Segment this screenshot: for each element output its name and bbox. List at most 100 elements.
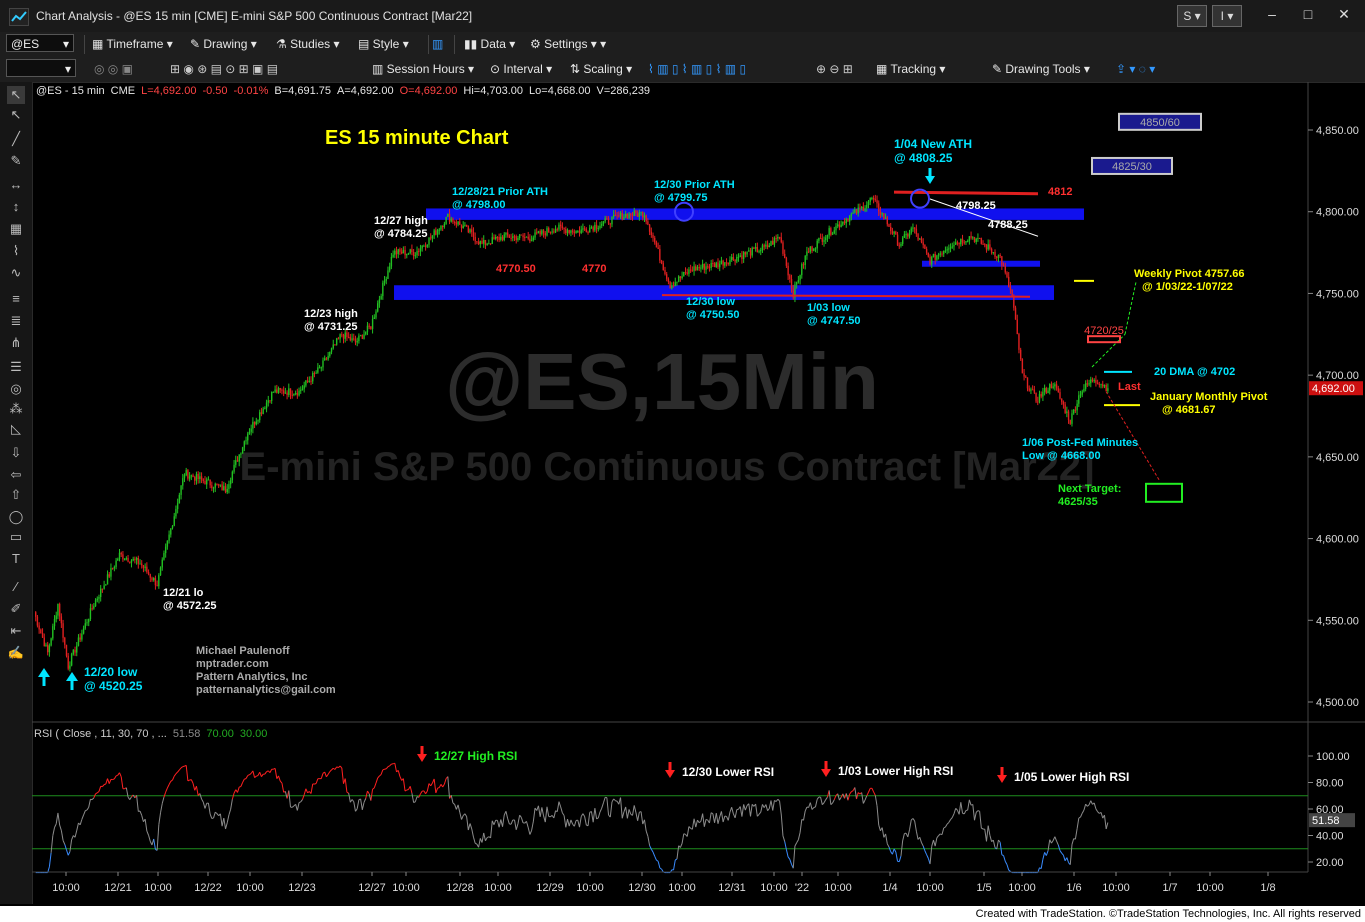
gann-icon[interactable]: ∿ — [7, 264, 25, 282]
candle-body — [171, 525, 174, 529]
candle-body — [688, 269, 690, 274]
candle-body — [60, 616, 63, 624]
minimize-icon[interactable]: – — [1262, 6, 1282, 22]
shift-icon[interactable]: ⇤ — [7, 622, 25, 640]
candle-body — [247, 433, 249, 441]
eraser-icon[interactable]: ✐ — [7, 600, 25, 618]
style-menu[interactable]: ▤ Style ▾ — [358, 37, 409, 51]
rsi-segment — [734, 809, 738, 819]
cycle-icon[interactable]: ◎ — [7, 380, 25, 398]
percent-icon[interactable]: ⁂ — [7, 400, 25, 418]
arrow-up-icon[interactable]: ⇧ — [7, 486, 25, 504]
tracking-menu[interactable]: ▦ Tracking ▾ — [876, 62, 945, 76]
candle-body — [161, 559, 163, 568]
drawing-tools-menu[interactable]: ✎ Drawing Tools ▾ — [992, 62, 1090, 76]
trendline-icon[interactable]: ╱ — [7, 130, 25, 148]
rectangle-icon[interactable]: ▭ — [7, 528, 25, 546]
rsi-segment — [938, 833, 941, 836]
fib-icon[interactable]: ⌇ — [7, 242, 25, 260]
candle-body — [536, 232, 538, 234]
zoom-icons[interactable]: ⊕ ⊖ ⊞ — [816, 62, 853, 76]
rsi-segment — [1061, 852, 1064, 856]
candle-body — [602, 221, 605, 225]
chart-area[interactable]: @ES,15Min E-mini S&P 500 Continuous Cont… — [32, 82, 1365, 904]
settings-menu[interactable]: ⚙ Settings ▾ ▾ — [530, 37, 606, 51]
channel-icon[interactable]: ▦ — [7, 220, 25, 238]
candle-body — [423, 245, 425, 247]
horizontal-line-icon[interactable]: ↔ — [7, 176, 25, 194]
export-icon[interactable]: ⇪ ▾ ◌ ▾ — [1116, 62, 1155, 76]
text-icon[interactable]: T — [7, 550, 25, 568]
data-menu[interactable]: ▮▮ Data ▾ — [464, 37, 515, 51]
candle-body — [317, 367, 319, 373]
candle-body — [274, 389, 276, 392]
chart-svg[interactable]: @ES,15Min E-mini S&P 500 Continuous Cont… — [32, 82, 1365, 904]
rsi-segment — [943, 826, 946, 829]
candle-body — [377, 303, 379, 312]
vertical-line-icon[interactable]: ↕ — [7, 198, 25, 216]
fib-ext-icon[interactable]: ≣ — [7, 312, 25, 330]
candle-body — [132, 558, 134, 561]
rsi-segment — [613, 798, 616, 802]
candle-body — [566, 230, 569, 234]
fib-retrace-icon[interactable]: ≡ — [7, 290, 25, 308]
draw-mode-icon[interactable]: ✍ — [7, 644, 25, 662]
wedge-icon[interactable]: ◺ — [7, 420, 25, 438]
candle-body — [147, 571, 150, 575]
interval-input[interactable]: ▾ — [6, 59, 76, 77]
symbol-input[interactable]: @ES ▾ — [6, 34, 74, 52]
arrow-down-icon[interactable]: ⇩ — [7, 444, 25, 462]
close-icon[interactable]: ✕ — [1334, 6, 1354, 23]
candle-body — [999, 254, 1001, 257]
interval-menu[interactable]: ⊙ Interval ▾ — [490, 62, 552, 76]
candle-body — [226, 488, 228, 493]
levels-icon[interactable]: ☰ — [7, 358, 25, 376]
rsi-segment — [645, 830, 649, 837]
layout-icon[interactable]: ▥ — [432, 37, 443, 51]
interval-link-button[interactable]: I ▾ — [1212, 5, 1242, 27]
rsi-segment — [57, 812, 61, 826]
candle-body — [648, 224, 651, 232]
candle-body — [195, 473, 198, 481]
studies-menu[interactable]: ⚗ Studies ▾ — [276, 37, 339, 51]
session-hours-menu[interactable]: ▥ Session Hours ▾ — [372, 62, 474, 76]
rsi-segment — [1054, 836, 1058, 842]
ellipse-icon[interactable]: ◯ — [7, 508, 25, 526]
candle-body — [315, 372, 317, 374]
rsi-segment — [674, 858, 678, 861]
candle-body — [529, 238, 531, 242]
rsi-segment — [48, 852, 52, 867]
annotation-sublabel: 4625/35 — [1058, 496, 1098, 508]
rsi-segment — [871, 788, 875, 793]
rsi-segment — [279, 780, 283, 784]
bar-type-icons[interactable]: ⌇ ▥ ▯ ⌇ ▥ ▯ ⌇ ▥ ▯ — [648, 62, 746, 76]
drawing-menu[interactable]: ✎ Drawing ▾ — [190, 37, 257, 51]
candle-body — [64, 637, 66, 645]
candle-body — [294, 393, 297, 395]
timeframe-menu[interactable]: ▦ Timeframe ▾ — [92, 37, 173, 51]
andrews-icon[interactable]: ⋔ — [7, 334, 25, 352]
rsi-segment — [437, 787, 440, 789]
symbol-link-button[interactable]: S ▾ — [1177, 5, 1207, 27]
candle-body — [281, 389, 283, 391]
pen-icon[interactable]: ✎ — [7, 152, 25, 170]
candle-body — [142, 565, 145, 568]
pointer-icon[interactable]: ↖ — [7, 86, 25, 104]
maximize-icon[interactable]: □ — [1298, 6, 1318, 22]
rsi-tick-label: 40.00 — [1316, 831, 1344, 843]
tool-icons-1[interactable]: ⊞ ◉ ⊛ ▤ ⊙ ⊞ ▣ ▤ — [170, 62, 278, 76]
scaling-menu[interactable]: ⇅ Scaling ▾ — [570, 62, 632, 76]
select-icon[interactable]: ↖ — [7, 106, 25, 124]
candle-body — [900, 243, 902, 246]
arrow-left-icon[interactable]: ⇦ — [7, 466, 25, 484]
rsi-segment — [365, 790, 368, 799]
rsi-segment — [1006, 864, 1010, 871]
rsi-segment — [821, 802, 825, 806]
annotation-sublabel: Low @ 4668.00 — [1022, 450, 1101, 462]
drawing-tools-bar: ↖ ↖ ╱ ✎ ↔ ↕ ▦ ⌇ ∿ ≡ ≣ ⋔ ☰ ◎ ⁂ ◺ ⇩ ⇦ ⇧ ◯ … — [0, 82, 33, 904]
candle-body — [199, 476, 201, 480]
refresh-icon[interactable]: ◎ ◎ ▣ — [94, 62, 133, 76]
rsi-segment — [402, 778, 406, 792]
rsi-segment — [245, 775, 249, 779]
brush-icon[interactable]: ⁄ — [7, 578, 25, 596]
